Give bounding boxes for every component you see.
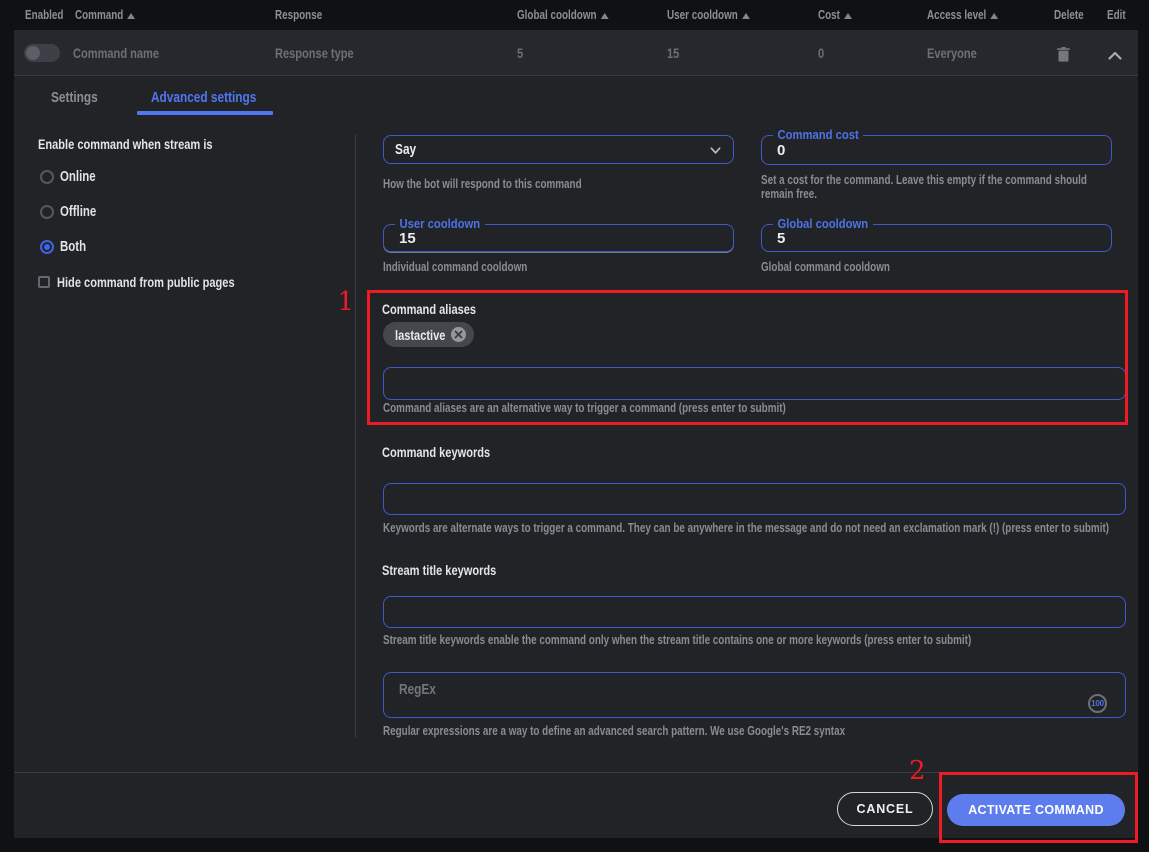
keywords-heading: Command keywords (382, 444, 490, 460)
tab-settings[interactable]: Settings (51, 86, 98, 108)
cancel-button[interactable]: CANCEL (837, 792, 933, 826)
hide-command-checkbox[interactable]: Hide command from public pages (38, 275, 282, 289)
stream-title-keywords-heading: Stream title keywords (382, 562, 496, 578)
row-access-level: Everyone (927, 30, 977, 76)
col-header-user-cooldown[interactable]: User cooldown (667, 0, 750, 30)
radio-offline[interactable]: Offline (40, 204, 106, 220)
row-global-cooldown: 5 (517, 30, 523, 76)
sort-asc-icon[interactable] (742, 13, 750, 19)
checkbox-icon[interactable] (38, 276, 50, 288)
char-counter-badge: 100 (1088, 694, 1107, 713)
keywords-caption: Keywords are alternate ways to trigger a… (383, 522, 1109, 536)
chevron-down-icon (709, 144, 722, 157)
regex-caption: Regular expressions are a way to define … (383, 725, 845, 739)
radio-both[interactable]: Both (40, 239, 93, 255)
col-header-command[interactable]: Command (75, 0, 135, 30)
col-header-label: Cost (818, 8, 840, 22)
radio-label: Online (60, 169, 96, 185)
column-divider (355, 134, 356, 738)
col-header-enabled: Enabled (25, 0, 63, 30)
row-response-type: Response type (275, 30, 354, 76)
col-header-label: Response (275, 8, 322, 22)
global-cooldown-caption: Global command cooldown (761, 261, 890, 275)
user-cooldown-field[interactable]: User cooldown 15 (383, 224, 734, 252)
regex-input[interactable]: RegEx 100 (383, 672, 1126, 718)
command-cost-value: 0 (777, 136, 785, 164)
toggle-thumb (26, 46, 40, 60)
col-header-label: Delete (1054, 8, 1084, 22)
stream-title-keywords-caption: Stream title keywords enable the command… (383, 634, 971, 648)
sort-asc-icon[interactable] (844, 13, 852, 19)
row-command-name: Command name (73, 30, 159, 76)
col-header-label: Command (75, 8, 123, 22)
command-panel: Command name Response type 5 15 0 Everyo… (14, 30, 1138, 838)
radio-selected-icon[interactable] (40, 240, 54, 254)
trash-icon (1057, 47, 1070, 62)
char-counter-value: 100 (1091, 699, 1104, 708)
delete-command-button[interactable] (1052, 43, 1074, 65)
radio-circle-icon[interactable] (40, 205, 54, 219)
col-header-label: Global cooldown (517, 8, 597, 22)
tab-advanced-settings[interactable]: Advanced settings (151, 86, 256, 108)
col-header-cost[interactable]: Cost (818, 0, 852, 30)
sort-asc-icon[interactable] (601, 13, 609, 19)
col-header-label: Edit (1107, 8, 1126, 22)
col-header-response: Response (275, 0, 322, 30)
active-tab-indicator (137, 111, 273, 115)
radio-label: Both (60, 239, 86, 255)
command-cost-caption: Set a cost for the command. Leave this e… (761, 174, 1093, 201)
sort-asc-icon[interactable] (127, 13, 135, 19)
response-type-select[interactable]: Say (383, 135, 734, 164)
row-cost: 0 (818, 30, 824, 76)
row-user-cooldown: 15 (667, 30, 679, 76)
checkbox-label: Hide command from public pages (57, 274, 235, 290)
radio-circle-icon[interactable] (40, 170, 54, 184)
chevron-up-icon (1108, 51, 1122, 60)
col-header-access-level[interactable]: Access level (927, 0, 998, 30)
table-header: Enabled Command Response Global cooldown… (0, 0, 1149, 30)
collapse-row-button[interactable] (1104, 44, 1126, 66)
global-cooldown-value: 5 (777, 225, 785, 251)
radio-online[interactable]: Online (40, 169, 105, 185)
command-row: Command name Response type 5 15 0 Everyo… (14, 30, 1138, 76)
col-header-label: Enabled (25, 8, 63, 22)
annotation-number-2: 2 (909, 758, 926, 784)
col-header-edit: Edit (1107, 0, 1126, 30)
keywords-input[interactable] (383, 483, 1126, 515)
radio-label: Offline (60, 204, 96, 220)
annotation-box-2 (939, 772, 1138, 843)
user-cooldown-value: 15 (399, 225, 416, 251)
stream-title-keywords-input[interactable] (383, 596, 1126, 628)
global-cooldown-label: Global cooldown (773, 218, 873, 231)
col-header-global-cooldown[interactable]: Global cooldown (517, 0, 608, 30)
col-header-label: Access level (927, 8, 986, 22)
annotation-number-1: 1 (336, 289, 354, 315)
annotation-box-1 (367, 290, 1128, 425)
stream-state-heading: Enable command when stream is (38, 136, 213, 152)
response-type-value: Say (384, 141, 416, 158)
col-header-delete: Delete (1054, 0, 1084, 30)
enabled-toggle[interactable] (24, 44, 60, 62)
regex-placeholder: RegEx (399, 681, 436, 698)
response-type-caption: How the bot will respond to this command (383, 178, 582, 192)
user-cooldown-caption: Individual command cooldown (383, 261, 527, 275)
command-cost-label: Command cost (773, 129, 863, 142)
command-cost-field[interactable]: Command cost 0 (761, 135, 1112, 165)
col-header-label: User cooldown (667, 8, 738, 22)
global-cooldown-field[interactable]: Global cooldown 5 (761, 224, 1112, 252)
sort-asc-icon[interactable] (990, 13, 998, 19)
